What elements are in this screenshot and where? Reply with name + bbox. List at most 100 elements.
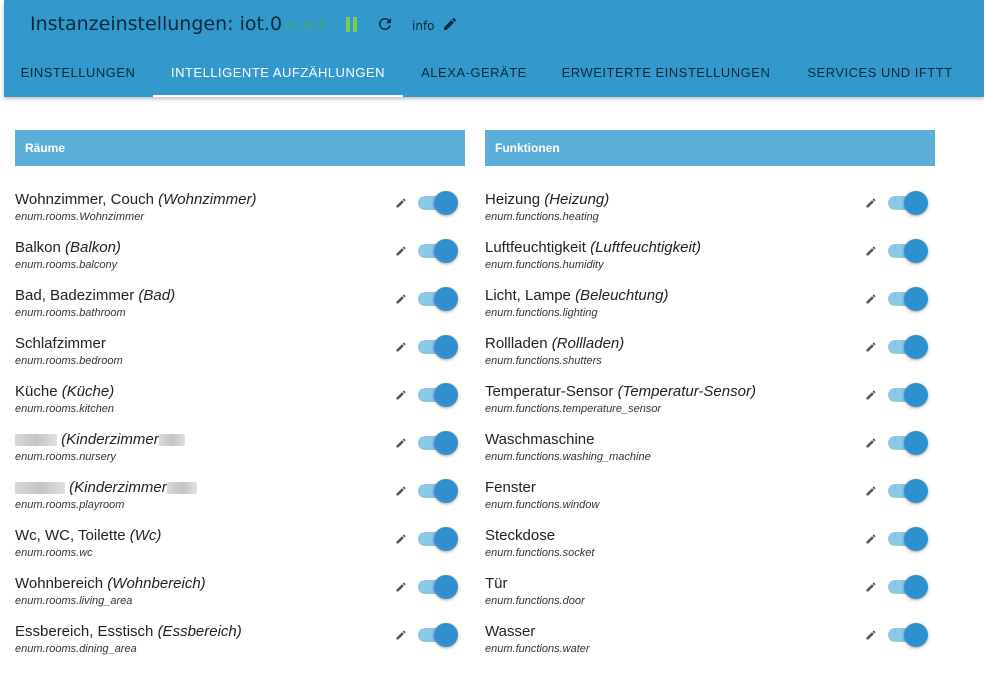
item-alias: (Kinderzimmer	[69, 479, 167, 496]
pencil-icon[interactable]	[395, 194, 407, 208]
pencil-icon[interactable]	[395, 290, 407, 304]
item-title: Licht, Lampe (Beleuchtung)	[485, 287, 668, 304]
title-row: Instanzeinstellungen: iot.0 v1.14.5 info	[4, 0, 984, 50]
enable-toggle[interactable]	[418, 431, 458, 455]
item-name: Licht, Lampe	[485, 287, 571, 304]
pause-icon[interactable]	[344, 17, 358, 33]
pencil-icon[interactable]	[865, 242, 877, 256]
redacted-alias	[158, 434, 185, 447]
list-item: Küche (Küche) enum.rooms.kitchen	[15, 383, 465, 431]
item-title: (Kinderzimmer	[15, 479, 197, 496]
pencil-icon[interactable]	[395, 242, 407, 256]
enable-toggle[interactable]	[888, 431, 928, 455]
item-enum-id: enum.functions.humidity	[485, 259, 604, 271]
item-title: Rollladen (Rollladen)	[485, 335, 624, 352]
list-item: Tür enum.functions.door	[485, 575, 935, 623]
item-enum-id: enum.rooms.balcony	[15, 259, 118, 271]
enable-toggle[interactable]	[418, 479, 458, 503]
toggle-knob	[434, 239, 458, 263]
enable-toggle[interactable]	[888, 623, 928, 647]
enable-toggle[interactable]	[888, 575, 928, 599]
enable-toggle[interactable]	[418, 383, 458, 407]
tab-erweiterte-einstellungen[interactable]: ERWEITERTE EINSTELLUNGEN	[550, 50, 782, 97]
item-enum-id: enum.rooms.bathroom	[15, 307, 126, 319]
item-enum-id: enum.rooms.nursery	[15, 451, 116, 463]
enable-toggle[interactable]	[888, 287, 928, 311]
toggle-knob	[904, 623, 928, 647]
item-alias: (Wohnzimmer)	[158, 191, 257, 208]
toggle-knob	[904, 383, 928, 407]
pencil-icon[interactable]	[865, 194, 877, 208]
tab-intelligente-aufzaehlungen[interactable]: INTELLIGENTE AUFZÄHLUNGEN	[153, 50, 403, 97]
item-title: Tür	[485, 575, 508, 592]
pencil-icon[interactable]	[395, 482, 407, 496]
pencil-icon[interactable]	[395, 578, 407, 592]
pencil-icon[interactable]	[395, 338, 407, 352]
pencil-icon[interactable]	[865, 482, 877, 496]
item-alias: (Rollladen)	[551, 335, 625, 352]
toggle-knob	[434, 431, 458, 455]
pencil-icon[interactable]	[865, 290, 877, 304]
list-item: Fenster enum.functions.window	[485, 479, 935, 527]
enable-toggle[interactable]	[418, 239, 458, 263]
redacted-alias	[166, 482, 197, 495]
pencil-icon[interactable]	[865, 386, 877, 400]
enable-toggle[interactable]	[418, 623, 458, 647]
pencil-icon[interactable]	[865, 434, 877, 448]
item-enum-id: enum.rooms.wc	[15, 547, 93, 559]
list-item: Essbereich, Esstisch (Essbereich) enum.ro…	[15, 623, 465, 671]
toggle-knob	[904, 527, 928, 551]
item-alias: (Küche)	[61, 383, 115, 400]
enable-toggle[interactable]	[418, 575, 458, 599]
pencil-icon[interactable]	[865, 530, 877, 544]
item-name: Wasser	[485, 623, 536, 640]
enable-toggle[interactable]	[418, 335, 458, 359]
tab-einstellungen[interactable]: EINSTELLUNGEN	[10, 50, 146, 97]
item-title: (Kinderzimmer	[15, 431, 185, 448]
pencil-icon[interactable]	[865, 626, 877, 640]
tab-services-ifttt[interactable]: SERVICES UND IFTTT	[796, 50, 964, 97]
enable-toggle[interactable]	[418, 191, 458, 215]
item-enum-id: enum.rooms.Wohnzimmer	[15, 211, 144, 223]
enable-toggle[interactable]	[888, 383, 928, 407]
item-title: Wohnzimmer, Couch (Wohnzimmer)	[15, 191, 256, 208]
redacted-name	[15, 434, 57, 447]
item-name: Fenster	[485, 479, 536, 496]
item-enum-id: enum.functions.door	[485, 595, 585, 607]
enable-toggle[interactable]	[888, 335, 928, 359]
enable-toggle[interactable]	[888, 527, 928, 551]
enable-toggle[interactable]	[888, 239, 928, 263]
tab-alexa-geraete[interactable]: ALEXA-GERÄTE	[410, 50, 538, 97]
pencil-icon[interactable]	[395, 530, 407, 544]
list-item: Wohnzimmer, Couch (Wohnzimmer) enum.rooms…	[15, 191, 465, 239]
toggle-knob	[434, 623, 458, 647]
enable-toggle[interactable]	[418, 527, 458, 551]
enable-toggle[interactable]	[888, 479, 928, 503]
list-item: Wc, WC, Toilette (Wc) enum.rooms.wc	[15, 527, 465, 575]
pencil-icon[interactable]	[865, 338, 877, 352]
item-enum-id: enum.functions.water	[485, 643, 590, 655]
item-name: Schlafzimmer	[15, 335, 106, 352]
pencil-icon[interactable]	[395, 386, 407, 400]
reload-icon[interactable]	[376, 15, 394, 33]
item-enum-id: enum.functions.washing_machine	[485, 451, 651, 463]
pencil-icon[interactable]	[442, 16, 458, 32]
list-item: Steckdose enum.functions.socket	[485, 527, 935, 575]
item-title: Wohnbereich (Wohnbereich)	[15, 575, 206, 592]
pencil-icon[interactable]	[395, 626, 407, 640]
item-title: Küche (Küche)	[15, 383, 114, 400]
enable-toggle[interactable]	[888, 191, 928, 215]
enable-toggle[interactable]	[418, 287, 458, 311]
item-name: Waschmaschine	[485, 431, 595, 448]
toggle-knob	[904, 191, 928, 215]
item-name: Steckdose	[485, 527, 556, 544]
item-alias: (Essbereich)	[157, 623, 242, 640]
item-title: Luftfeuchtigkeit (Luftfeuchtigkeit)	[485, 239, 701, 256]
list-item: Balkon (Balkon) enum.rooms.balcony	[15, 239, 465, 287]
list-item: Rollladen (Rollladen) enum.functions.shut…	[485, 335, 935, 383]
list-item: Bad, Badezimmer (Bad) enum.rooms.bathroom	[15, 287, 465, 335]
redacted-name	[15, 482, 65, 495]
pencil-icon[interactable]	[395, 434, 407, 448]
item-name: Wohnzimmer, Couch	[15, 191, 154, 208]
pencil-icon[interactable]	[865, 578, 877, 592]
